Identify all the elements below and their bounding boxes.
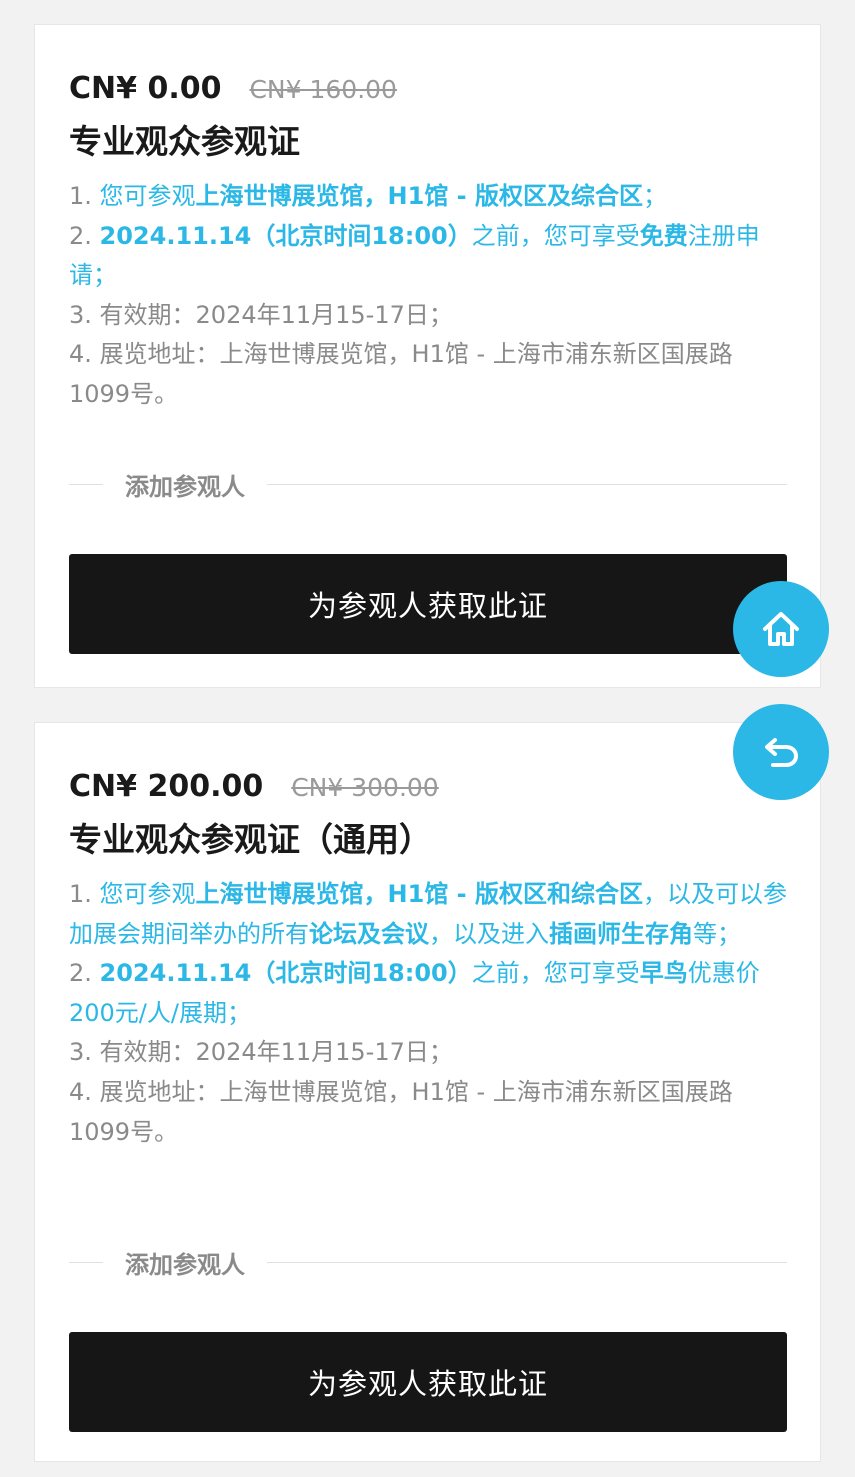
detail-text: 早鸟 [639, 959, 688, 988]
detail-text: 上海世博展览馆，H1馆 - 版权区和综合区 [195, 880, 643, 908]
back-arrow-icon [765, 738, 798, 767]
current-price: CN¥ 200.00 [69, 769, 264, 804]
ticket-card: CN¥ 200.00 CN¥ 300.00 专业观众参观证（通用） 1. 您可参… [34, 722, 821, 1462]
ticket-details: 1. 您可参观上海世博展览馆，H1馆 - 版权区及综合区； 2. 2024.11.… [69, 177, 789, 415]
detail-line: 2. 2024.11.14（北京时间18:00）之前，您可享受免费注册申请； [69, 217, 789, 296]
detail-line: 4. 展览地址：上海世博展览馆，H1馆 - 上海市浦东新区国展路1099号。 [69, 1073, 789, 1152]
get-pass-button[interactable]: 为参观人获取此证 [69, 1332, 787, 1432]
detail-text: ，以及进入 [429, 919, 549, 948]
home-icon [763, 612, 799, 646]
detail-text: 等； [693, 919, 741, 948]
detail-text: 之前，您可享受 [471, 959, 640, 988]
original-price: CN¥ 160.00 [249, 75, 397, 104]
detail-text: 免费 [639, 221, 688, 250]
back-button[interactable] [733, 704, 829, 800]
ticket-list-page: CN¥ 0.00 CN¥ 160.00 专业观众参观证 1. 您可参观上海世博展… [0, 0, 855, 1477]
divider-line [267, 1261, 787, 1263]
detail-text: 1. [69, 880, 100, 908]
detail-line: 4. 展览地址：上海世博展览馆，H1馆 - 上海市浦东新区国展路1099号。 [69, 335, 789, 414]
detail-text: 4. 展览地址：上海世博展览馆，H1馆 - 上海市浦东新区国展路1099号。 [69, 340, 733, 408]
divider-line [69, 1261, 103, 1263]
add-visitor-divider: 添加参观人 [69, 1247, 787, 1279]
detail-text: 2. [69, 221, 100, 250]
original-price: CN¥ 300.00 [291, 773, 439, 802]
detail-line: 1. 您可参观上海世博展览馆，H1馆 - 版权区及综合区； [69, 177, 789, 217]
detail-text: ； [643, 182, 667, 210]
home-button[interactable] [733, 581, 829, 677]
divider-line [267, 483, 787, 485]
detail-text: 插画师生存角 [549, 919, 693, 948]
detail-text: 您可参观 [99, 182, 196, 210]
divider-line [69, 483, 103, 485]
detail-text: 论坛及会议 [309, 919, 429, 948]
detail-text: 2024.11.14（北京时间18:00） [99, 221, 472, 250]
detail-text: 3. 有效期：2024年11月15-17日； [69, 300, 453, 329]
detail-line: 1. 您可参观上海世博展览馆，H1馆 - 版权区和综合区，以及可以参加展会期间举… [69, 875, 789, 954]
detail-line: 3. 有效期：2024年11月15-17日； [69, 1033, 789, 1073]
ticket-card: CN¥ 0.00 CN¥ 160.00 专业观众参观证 1. 您可参观上海世博展… [34, 24, 821, 688]
add-visitor-divider: 添加参观人 [69, 469, 787, 501]
detail-text: 2024.11.14（北京时间18:00） [99, 959, 472, 988]
detail-text: 1. [69, 182, 100, 210]
detail-text: 上海世博展览馆，H1馆 - 版权区及综合区 [195, 182, 643, 210]
detail-text: 2. [69, 959, 100, 988]
detail-text: 之前，您可享受 [471, 221, 640, 250]
current-price: CN¥ 0.00 [69, 71, 222, 106]
add-visitor-label: 添加参观人 [125, 472, 245, 501]
detail-line: 2. 2024.11.14（北京时间18:00）之前，您可享受早鸟优惠价200元… [69, 954, 789, 1033]
ticket-details: 1. 您可参观上海世博展览馆，H1馆 - 版权区和综合区，以及可以参加展会期间举… [69, 875, 789, 1152]
detail-text: 3. 有效期：2024年11月15-17日； [69, 1038, 453, 1067]
get-pass-button[interactable]: 为参观人获取此证 [69, 554, 787, 654]
detail-text: 您可参观 [99, 880, 196, 908]
price-row: CN¥ 0.00 CN¥ 160.00 [69, 71, 397, 106]
add-visitor-label: 添加参观人 [125, 1250, 245, 1279]
detail-line: 3. 有效期：2024年11月15-17日； [69, 296, 789, 336]
ticket-title: 专业观众参观证（通用） [69, 820, 432, 859]
ticket-title: 专业观众参观证 [69, 122, 300, 161]
price-row: CN¥ 200.00 CN¥ 300.00 [69, 769, 439, 804]
detail-text: 4. 展览地址：上海世博展览馆，H1馆 - 上海市浦东新区国展路1099号。 [69, 1077, 733, 1146]
